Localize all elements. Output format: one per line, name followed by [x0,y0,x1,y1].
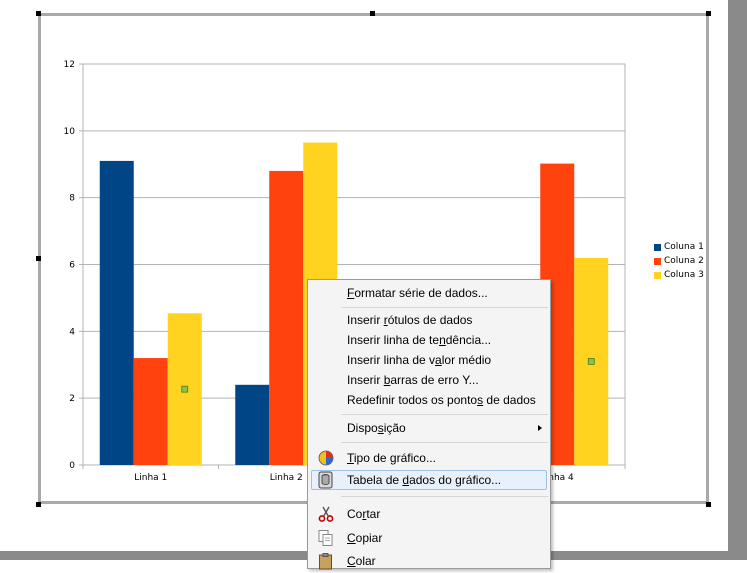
chart-legend[interactable]: Coluna 1 Coluna 2 Coluna 3 [654,240,704,282]
menu-item-insert-mean-line[interactable]: Inserir linha de valor médio [308,350,550,370]
legend-label: Coluna 2 [664,256,704,266]
menu-item-label: Formatar série de dados... [347,286,488,300]
bar-coluna-2 [133,358,168,465]
menu-separator [341,496,548,497]
menu-separator [341,442,548,443]
menu-item-label: Inserir linha de valor médio [347,353,492,367]
y-tick-label: 2 [69,394,75,404]
context-menu: Formatar série de dados... Inserir rótul… [307,279,551,571]
menu-item-chart-data-table[interactable]: Tabela de dados do gráfico... [311,470,547,490]
legend-item-coluna-2[interactable]: Coluna 2 [654,254,704,268]
data-table-icon [317,471,335,489]
bar-coluna-1 [99,160,134,466]
y-tick-label: 8 [69,194,75,204]
menu-item-reset-data-points[interactable]: Redefinir todos os pontos de dados [308,390,550,410]
menu-item-format-series[interactable]: Formatar série de dados... [308,283,550,303]
menu-item-arrangement[interactable]: Disposição [308,418,550,438]
copy-icon [317,529,335,547]
y-tick-label: 0 [69,461,75,471]
menu-item-label: Colar [347,554,376,568]
menu-item-cut[interactable]: Cortar [308,504,550,524]
menu-item-label: Cortar [347,507,381,521]
menu-item-copy[interactable]: Copiar [308,528,550,548]
legend-swatch [654,271,661,279]
menu-item-insert-data-labels[interactable]: Inserir rótulos de dados [308,310,550,330]
paste-icon [317,552,335,570]
legend-item-coluna-1[interactable]: Coluna 1 [654,240,704,254]
menu-item-paste[interactable]: Colar [308,551,550,571]
menu-separator [341,414,548,415]
menu-item-label: Redefinir todos os pontos de dados [347,393,536,407]
bar-coluna-1 [235,384,270,465]
y-tick-label: 4 [69,327,75,337]
selection-marker [181,385,189,393]
menu-item-label: Tipo de gráfico... [347,451,436,465]
legend-label: Coluna 3 [664,270,704,280]
chart-type-icon [317,449,335,467]
menu-item-label: Inserir linha de tendência... [347,333,492,347]
y-tick-label: 12 [64,60,75,70]
menu-separator [341,307,548,308]
legend-item-coluna-3[interactable]: Coluna 3 [654,268,704,282]
x-tick-label: Linha 2 [270,473,303,483]
submenu-arrow-icon [538,425,542,431]
menu-item-label: Copiar [347,531,383,545]
menu-item-chart-type[interactable]: Tipo de gráfico... [308,448,550,468]
legend-swatch [654,243,661,251]
menu-item-insert-trendline[interactable]: Inserir linha de tendência... [308,330,550,350]
legend-swatch [654,257,661,265]
menu-item-label: Inserir rótulos de dados [347,313,473,327]
x-tick-label: Linha 1 [134,473,167,483]
menu-item-label: Disposição [347,421,406,435]
bar-coluna-2 [269,170,304,465]
menu-item-insert-error-bars[interactable]: Inserir barras de erro Y... [308,370,550,390]
legend-label: Coluna 1 [664,242,704,252]
scissors-icon [317,505,335,523]
selection-marker [587,358,595,365]
y-tick-label: 10 [64,127,76,137]
menu-item-label: Tabela de dados do gráfico... [347,473,502,487]
menu-item-label: Inserir barras de erro Y... [347,373,479,387]
y-tick-label: 6 [69,261,75,271]
